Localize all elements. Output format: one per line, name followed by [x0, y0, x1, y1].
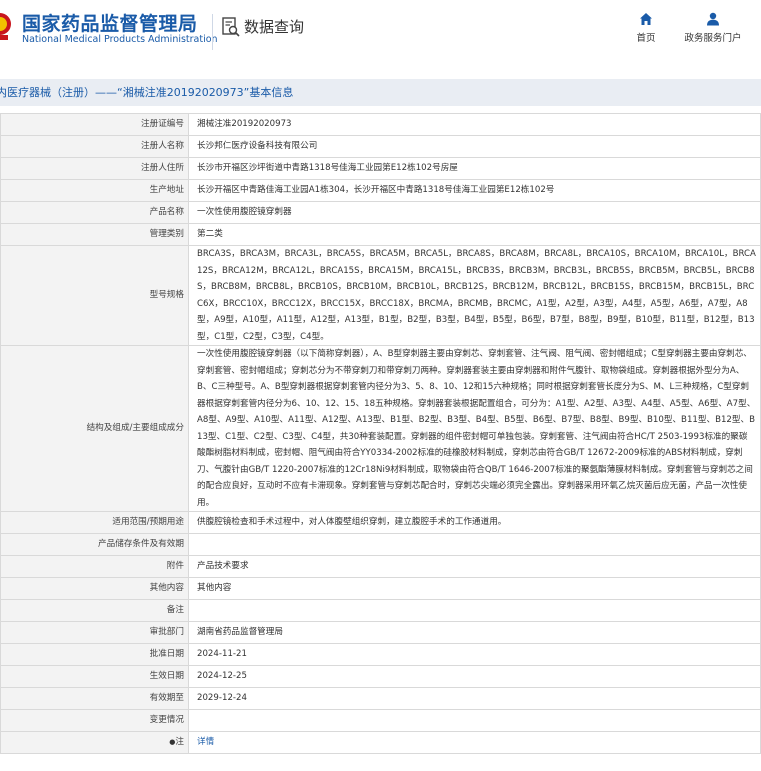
field-value: 湘械注准20192020973	[188, 113, 761, 136]
field-value	[188, 599, 761, 622]
table-row: 产品储存条件及有效期	[0, 533, 761, 556]
table-row: 生产地址 长沙开福区中青路佳海工业园A1栋304，长沙开福区中青路1318号佳海工…	[0, 179, 761, 202]
field-value: 产品技术要求	[188, 555, 761, 578]
field-value: 一次性使用腹腔镜穿刺器（以下简称穿刺器），A、B型穿刺器主要由穿刺芯、穿刺套管、…	[188, 345, 761, 512]
field-label: 有效期至	[0, 687, 189, 710]
table-row: 批准日期 2024-11-21	[0, 643, 761, 666]
field-label: 生产地址	[0, 179, 189, 202]
field-label: 注册证编号	[0, 113, 189, 136]
national-emblem-icon	[0, 13, 11, 40]
field-value: 湖南省药品监督管理局	[188, 621, 761, 644]
table-row: 注册证编号 湘械注准20192020973	[0, 113, 761, 136]
note-key: 注	[175, 737, 184, 748]
user-icon	[707, 12, 719, 26]
field-value: 2029-12-24	[188, 687, 761, 710]
nav-home[interactable]: 首页	[628, 12, 664, 44]
table-row: 附件 产品技术要求	[0, 555, 761, 578]
record-title-bar: 内医疗器械（注册）——“湘械注准20192020973”基本信息	[0, 79, 761, 106]
field-value: 第二类	[188, 223, 761, 246]
data-query-label: 数据查询	[244, 18, 305, 36]
table-row: 注册人住所 长沙市开福区沙坪街道中青路1318号佳海工业园第E12栋102号房屋	[0, 157, 761, 180]
header-divider	[212, 14, 213, 50]
field-label: 审批部门	[0, 621, 189, 644]
field-value: 其他内容	[188, 577, 761, 600]
registration-detail-table: 注册证编号 湘械注准20192020973 注册人名称 长沙邦仁医疗设备科技有限公司注…	[0, 113, 761, 754]
field-label: 产品名称	[0, 201, 189, 224]
field-label: 生效日期	[0, 665, 189, 688]
field-label: 变更情况	[0, 709, 189, 732]
site-logo-title[interactable]: 国家药品监督管理局	[22, 9, 198, 36]
nav-service-portal[interactable]: 政务服务门户	[682, 12, 744, 44]
table-row: 型号规格 BRCA3S，BRCA3M，BRCA3L，BRCA5S，BRCA5M，B…	[0, 245, 761, 346]
field-value	[188, 709, 761, 732]
table-row: 备注	[0, 599, 761, 622]
field-value: 供腹腔镜检查和手术过程中，对人体腹壁组织穿刺，建立腹腔手术的工作通道用。	[188, 511, 761, 534]
field-value: 长沙市开福区沙坪街道中青路1318号佳海工业园第E12栋102号房屋	[188, 157, 761, 180]
table-row: 其他内容 其他内容	[0, 577, 761, 600]
table-row: 注册人名称 长沙邦仁医疗设备科技有限公司	[0, 135, 761, 158]
field-value: BRCA3S，BRCA3M，BRCA3L，BRCA5S，BRCA5M，BRCA5…	[188, 245, 761, 346]
field-value: 一次性使用腹腔镜穿刺器	[188, 201, 761, 224]
home-icon	[640, 13, 652, 25]
nav-home-label: 首页	[636, 33, 656, 44]
field-label: 批准日期	[0, 643, 189, 666]
note-label: ●注	[0, 731, 189, 754]
field-label: 产品储存条件及有效期	[0, 533, 189, 556]
field-label: 型号规格	[0, 245, 189, 346]
table-row: 适用范围/预期用途 供腹腔镜检查和手术过程中，对人体腹壁组织穿刺，建立腹腔手术的工…	[0, 511, 761, 534]
field-value: 长沙邦仁医疗设备科技有限公司	[188, 135, 761, 158]
site-header: 国家药品监督管理局 National Medical Products Admi…	[0, 0, 761, 68]
field-label: 备注	[0, 599, 189, 622]
table-row: 生效日期 2024-12-25	[0, 665, 761, 688]
note-value: 详情	[188, 731, 761, 754]
field-label: 管理类别	[0, 223, 189, 246]
field-label: 注册人名称	[0, 135, 189, 158]
field-label: 注册人住所	[0, 157, 189, 180]
field-label: 结构及组成/主要组成成分	[0, 345, 189, 512]
table-row: 变更情况	[0, 709, 761, 732]
data-query-link[interactable]: 数据查询	[222, 16, 304, 37]
data-query-icon	[222, 16, 240, 37]
table-row: 结构及组成/主要组成成分 一次性使用腹腔镜穿刺器（以下简称穿刺器），A、B型穿刺器…	[0, 345, 761, 512]
field-value	[188, 533, 761, 556]
table-row: 管理类别 第二类	[0, 223, 761, 246]
field-value: 2024-12-25	[188, 665, 761, 688]
details-link[interactable]: 详情	[197, 737, 214, 747]
table-row: ●注 详情	[0, 731, 761, 754]
table-row: 产品名称 一次性使用腹腔镜穿刺器	[0, 201, 761, 224]
field-value: 长沙开福区中青路佳海工业园A1栋304，长沙开福区中青路1318号佳海工业园第E…	[188, 179, 761, 202]
field-label: 附件	[0, 555, 189, 578]
nav-service-portal-label: 政务服务门户	[684, 33, 742, 44]
record-title: 内医疗器械（注册）——“湘械注准20192020973”基本信息	[0, 86, 294, 99]
field-label: 适用范围/预期用途	[0, 511, 189, 534]
field-label: 其他内容	[0, 577, 189, 600]
table-row: 有效期至 2029-12-24	[0, 687, 761, 710]
table-row: 审批部门 湖南省药品监督管理局	[0, 621, 761, 644]
field-value: 2024-11-21	[188, 643, 761, 666]
site-logo-subtitle[interactable]: National Medical Products Administration	[22, 34, 218, 45]
